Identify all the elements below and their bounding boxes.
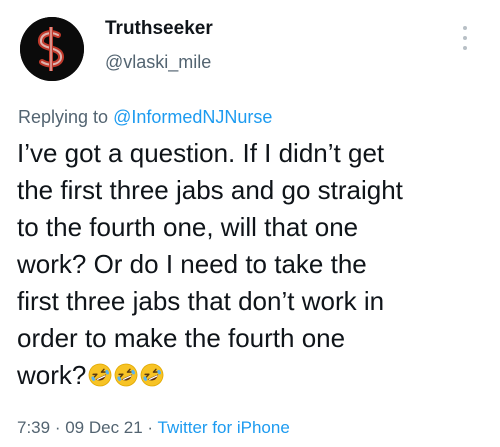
- tweet-date[interactable]: 09 Dec 21: [65, 418, 143, 437]
- tweet-meta: 7:39 · 09 Dec 21 · Twitter for iPhone: [17, 418, 290, 438]
- tweet-time[interactable]: 7:39: [17, 418, 50, 437]
- laughing-emoji-icon: [88, 360, 112, 387]
- tweet-last-line: work?: [17, 357, 487, 394]
- author-display-name[interactable]: Truthseeker: [105, 18, 213, 40]
- tweet-line: work?: [17, 360, 87, 390]
- dot-icon: [463, 46, 467, 50]
- dot-icon: [463, 26, 467, 30]
- laughing-emoji-icon: [114, 360, 138, 387]
- reply-mention-link[interactable]: @InformedNJNurse: [113, 107, 272, 127]
- tweet-line: first three jabs that don’t work in: [17, 286, 385, 316]
- meta-separator: ·: [50, 418, 66, 437]
- tweet-card: Truthseeker @vlaski_mile Replying to @In…: [0, 0, 500, 447]
- tweet-line: I’ve got a question. If I didn’t get: [17, 138, 385, 168]
- replying-to-line: Replying to @InformedNJNurse: [18, 107, 272, 128]
- tweet-line: the first three jabs and go straight: [17, 175, 403, 205]
- tweet-body: I’ve got a question. If I didn’t get the…: [17, 135, 487, 394]
- dot-icon: [463, 36, 467, 40]
- meta-separator: ·: [142, 418, 158, 437]
- more-options-icon[interactable]: [459, 26, 471, 50]
- replying-to-label: Replying to: [18, 107, 114, 127]
- tweet-source-link[interactable]: Twitter for iPhone: [158, 418, 290, 437]
- tweet-line: work? Or do I need to take the: [17, 249, 367, 279]
- tweet-line: order to make the fourth one: [17, 323, 346, 353]
- avatar[interactable]: [20, 17, 84, 81]
- dollar-logo-icon: [20, 17, 84, 81]
- author-handle[interactable]: @vlaski_mile: [105, 52, 211, 73]
- tweet-line: to the fourth one, will that one: [17, 212, 359, 242]
- laughing-emoji-icon: [140, 360, 164, 387]
